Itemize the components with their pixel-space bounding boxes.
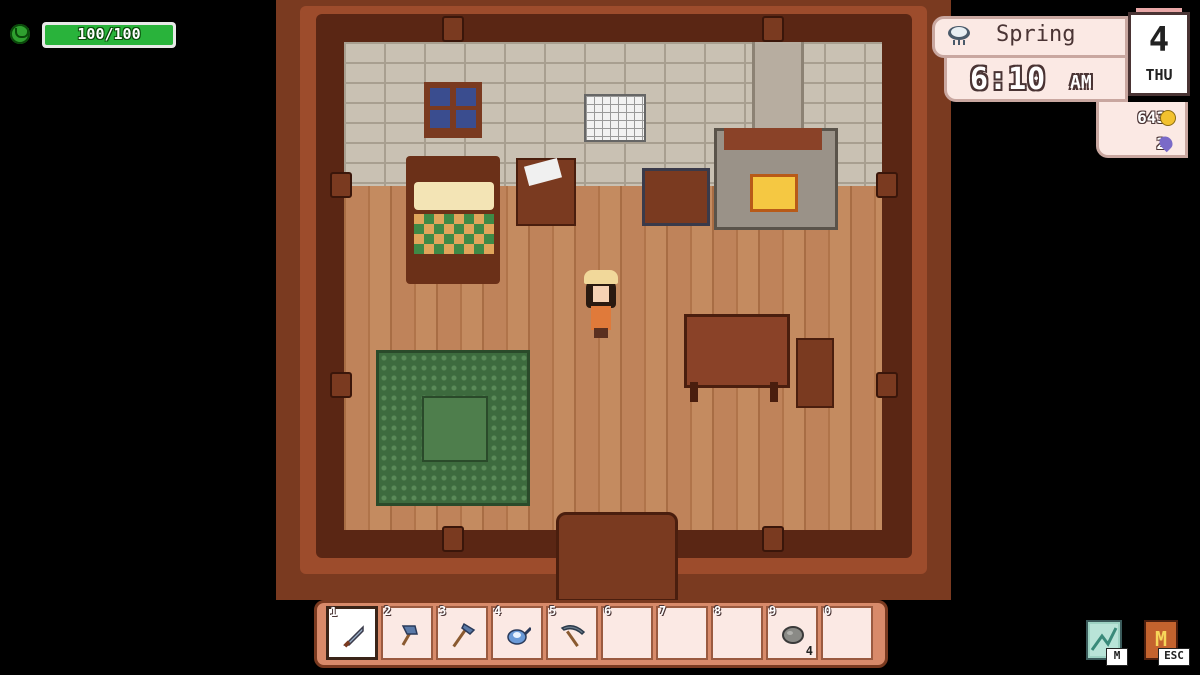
energy-face-icon (10, 24, 30, 44)
bed-quilt (414, 214, 494, 254)
hotbar-slot-2[interactable]: 2 (381, 604, 433, 660)
time-label: 6:10 (970, 62, 1047, 97)
season-label: Spring (996, 22, 1076, 47)
hotbar-slot-9[interactable]: 94 (766, 604, 818, 660)
hotbar-slot-number: 1 (330, 605, 338, 619)
map-key-hint: M (1106, 648, 1128, 666)
hotbar-slot-6[interactable]: 6 (601, 604, 653, 660)
essence-amount: 2 (1100, 134, 1166, 153)
frame-post (442, 16, 464, 42)
hotbar-slot-number: 8 (714, 604, 722, 618)
time-ampm: AM (1070, 72, 1092, 93)
pickaxe-icon (560, 622, 586, 648)
hotbar-slot-count: 4 (805, 644, 813, 658)
fire-icon (750, 174, 798, 212)
wall-calendar[interactable] (584, 94, 646, 142)
hotbar-slot-number: 5 (549, 604, 557, 618)
hotbar-slot-0[interactable]: 0 (821, 604, 873, 660)
hotbar-slot-3[interactable]: 3 (436, 604, 488, 660)
sword-icon (341, 623, 367, 649)
frame-post (762, 16, 784, 42)
gold-amount: 643 (1137, 108, 1166, 127)
hotbar-slot-5[interactable]: 5 (546, 604, 598, 660)
hotbar-slot-number: 2 (384, 604, 392, 618)
hotbar-slot-number: 4 (494, 604, 502, 618)
room-interior (344, 42, 882, 530)
rug-center-pattern (422, 396, 488, 462)
bed-pillow (414, 182, 494, 210)
hotbar-slot-number: 6 (604, 604, 612, 618)
hotbar-slot-number: 9 (769, 604, 777, 618)
wooden-chair[interactable] (796, 338, 834, 408)
frame-post (442, 526, 464, 552)
frame-post (876, 372, 898, 398)
watering-can-icon (505, 622, 533, 648)
energy-bar: 100/100 (42, 22, 176, 48)
window (424, 82, 482, 138)
wooden-table[interactable] (684, 314, 790, 388)
frame-post (330, 172, 352, 198)
hotbar-slot-4[interactable]: 4 (491, 604, 543, 660)
hoe-icon (450, 622, 476, 648)
stone-icon (780, 622, 806, 648)
date-day: 4 (1148, 20, 1170, 60)
hotbar-slot-7[interactable]: 7 (656, 604, 708, 660)
frame-post (762, 526, 784, 552)
table-legs (690, 382, 778, 402)
front-door[interactable] (556, 512, 678, 602)
hotbar-slot-number: 3 (439, 604, 447, 618)
axe-icon (395, 622, 421, 648)
gold-coin-icon (1160, 110, 1176, 126)
hotbar-slot-1[interactable]: 1 (326, 605, 378, 660)
hotbar-slot-number: 7 (659, 604, 667, 618)
player-character (584, 270, 618, 338)
hotbar-slot-8[interactable]: 8 (711, 604, 763, 660)
hotbar-slot-number: 0 (824, 604, 832, 618)
energy-value: 100/100 (77, 25, 141, 43)
frame-post (876, 172, 898, 198)
fireplace-mantle (724, 128, 822, 150)
date-weekday: THU (1145, 66, 1173, 84)
storage-chest[interactable] (642, 168, 710, 226)
menu-key-hint: ESC (1158, 648, 1190, 666)
frame-post (330, 372, 352, 398)
cloudy-rain-icon (946, 24, 972, 46)
